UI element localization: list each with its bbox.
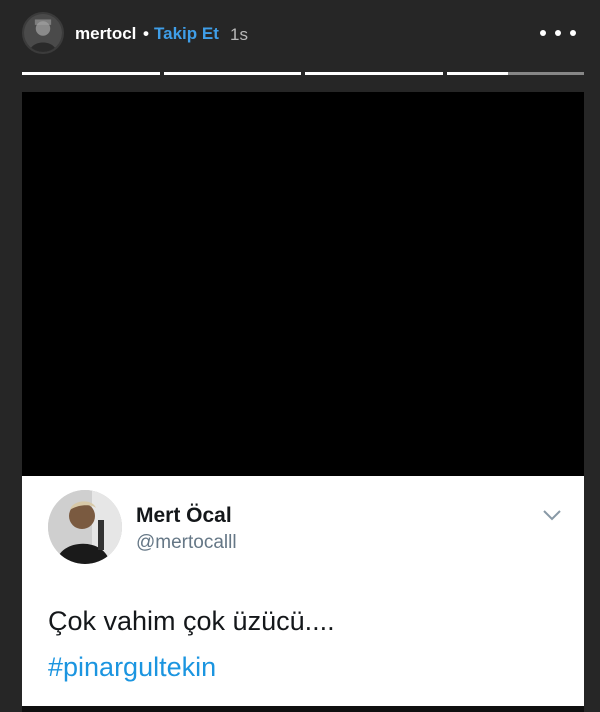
tweet-author-name[interactable]: Mert Öcal <box>136 504 232 528</box>
dot <box>555 30 561 36</box>
progress-segment <box>22 72 160 75</box>
chevron-down-icon[interactable] <box>542 508 562 522</box>
story-header: mertocl • Takip Et 1s <box>0 0 600 68</box>
progress-fill <box>22 72 160 75</box>
more-horizontal-icon[interactable] <box>540 22 576 44</box>
dot <box>570 30 576 36</box>
progress-fill <box>163 72 301 75</box>
story-media[interactable] <box>22 92 584 476</box>
progress-fill <box>446 72 509 75</box>
progress-segment <box>305 72 443 75</box>
story-progress-bar <box>22 72 584 76</box>
progress-segment <box>163 72 301 75</box>
tweet-hashtag-link[interactable]: #pinargultekin <box>48 652 216 683</box>
avatar-image <box>24 14 62 52</box>
post-time: 1s <box>230 25 248 44</box>
tweet-text: Çok vahim çok üzücü.... <box>48 606 335 636</box>
progress-segment <box>446 72 584 75</box>
follow-button[interactable]: Takip Et <box>154 24 219 44</box>
username-link[interactable]: mertocl <box>75 24 136 44</box>
profile-avatar[interactable] <box>22 12 64 54</box>
progress-fill <box>305 72 443 75</box>
dot <box>540 30 546 36</box>
separator-dot: • <box>143 24 149 43</box>
tweet-avatar[interactable] <box>48 490 122 564</box>
tweet-card[interactable]: Mert Öcal @mertocalll Çok vahim çok üzüc… <box>22 476 584 706</box>
tweet-author-handle[interactable]: @mertocalll <box>136 532 237 554</box>
bottom-edge <box>22 706 584 712</box>
tweet-avatar-image <box>48 490 122 564</box>
